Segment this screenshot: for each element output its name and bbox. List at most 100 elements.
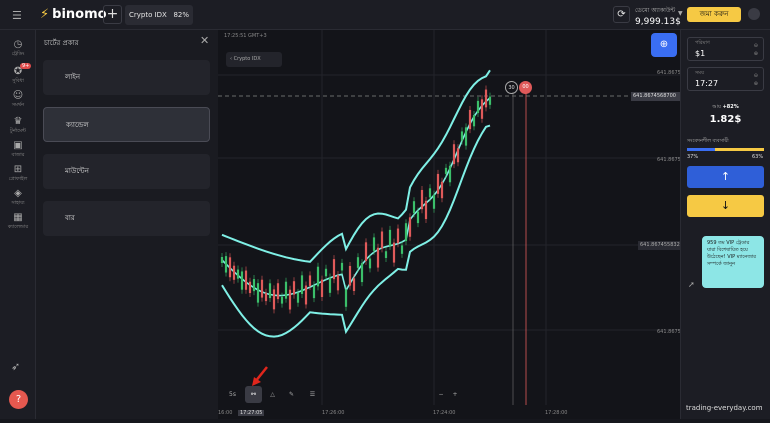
price-chart[interactable] [218,30,680,419]
candle-body [460,131,464,141]
deposit-button[interactable]: জমা করুন [687,7,741,22]
stepper-icon[interactable]: ⊖ ⊕ [754,42,758,58]
candle-body [456,148,460,163]
clock-icon: ◷ [13,39,23,50]
candle-body [352,278,356,292]
payout-amount: 1.82$ [709,114,742,125]
sidebar-item-label: প্রোফাইল [8,176,28,182]
candle-body [348,265,352,286]
candle-body [452,144,456,165]
candle-body [396,228,400,244]
support-icon: ☺ [12,90,24,101]
timeframe-button[interactable]: 5s [224,386,241,403]
sentiment-label: সংবেদনশীল ব্যবসায়ী [687,138,729,144]
plus-icon: + [452,391,458,398]
candle-body [272,289,276,310]
sidebar-item-trading[interactable]: ◷ ট্রেডিং [0,39,36,59]
chevron-down-icon[interactable]: ▼ [678,10,683,17]
candle-body [356,257,360,268]
minus-icon: − [438,391,444,398]
candle-body [336,275,340,291]
current-price-box: 641.8674568700 [631,92,680,101]
candle-body [220,257,224,263]
education-icon: ◈ [14,188,22,199]
candle-body [476,100,480,114]
watermark: trading-everyday.com [686,404,763,412]
chart-canvas [218,30,680,405]
calendar-icon: ▦ [13,212,23,223]
amount-label: পরিমাণ [695,40,710,46]
help-button[interactable]: ? [9,390,28,409]
back-label: Crypto IDX [233,56,261,62]
chart-type-bar[interactable]: বার [43,201,210,236]
candle-body [280,296,284,304]
zoom-in-button[interactable]: + [450,386,460,403]
zoom-out-button[interactable]: − [436,386,446,403]
back-asset-button[interactable]: ‹ Crypto IDX [226,52,282,67]
layout-button[interactable]: ☰ [305,386,320,403]
chart-type-candle[interactable]: ক্যান্ডেল [43,107,210,142]
candle-body [296,292,300,303]
up-button[interactable]: ↑ [687,166,764,188]
share-arrow-icon[interactable]: ➚ [688,280,695,289]
sidebar-item-calendar[interactable]: ▦ ক্যালেন্ডার [0,212,36,232]
logo-text: binomo [52,7,107,22]
sidebar-item-profile[interactable]: ⊞ প্রোফাইল [0,164,36,184]
chart-type-mountain[interactable]: মাউন্টেন [43,154,210,189]
sidebar-item-benefits[interactable]: ✪ 9+ সুবিধা [0,63,36,86]
sentiment-up: 37% [687,154,699,160]
rocket-icon[interactable]: ➶ [11,360,20,373]
add-user-button[interactable]: ⊕ [651,33,677,57]
candle-body [448,165,452,183]
down-button[interactable]: ↓ [687,195,764,217]
vip-promo[interactable]: 959 তম VIP ট্রেডার যারা বিশেষায়িত হয়ে … [702,236,764,288]
avatar[interactable] [748,8,760,20]
chart-type-line[interactable]: লাইন [43,60,210,95]
app-logo: ⚡ binomo [40,7,107,22]
candle-body [444,167,448,174]
candle-body [344,289,348,307]
amount-field[interactable]: পরিমাণ $1 ⊖ ⊕ [687,37,764,61]
sidebar-item-label: সাহায্য [11,200,25,206]
gift-box-icon: ⊞ [13,164,23,175]
price-level: 641.8675 [657,329,681,335]
sidebar-item-help[interactable]: ◈ সাহায্য [0,188,36,208]
candle-body [332,259,336,280]
stepper-icon[interactable]: ⊖ ⊕ [754,72,758,88]
refresh-icon[interactable]: ⟳ [613,6,630,23]
amount-value: $1 [695,49,706,58]
draw-button[interactable]: ✎ [284,386,299,403]
time-value: 17:27 [695,79,719,88]
sidebar-item-support[interactable]: ☺ সমর্থন [0,90,36,110]
time-field[interactable]: সময় 17:27 ⊖ ⊕ [687,67,764,91]
sidebar-item-tournaments[interactable]: ♛ টুর্নামেন্ট [0,116,36,136]
candle-body [260,279,264,298]
candle-body [304,285,308,305]
close-icon[interactable]: ✕ [200,34,209,47]
candle-body [340,262,344,271]
sentiment-down: 63% [752,154,764,160]
asset-tab[interactable]: Crypto IDX 82% [125,5,193,25]
pencil-icon: ✎ [288,391,295,398]
candle-body [316,266,320,287]
candle-body [308,275,312,287]
candle-body [312,285,316,299]
candle-body [292,281,296,295]
sidebar-item-label: ক্যালেন্ডার [7,224,29,230]
candle-body [228,257,232,278]
candle-body [376,247,380,268]
account-label: ডেমো অ্যাকাউন্ট [635,7,676,14]
payout-info: আয় +82% 1.82$ [687,104,764,125]
menu-icon[interactable]: ☰ [12,9,22,22]
account-info[interactable]: ডেমো অ্যাকাউন্ট 9,999.13$ [635,5,681,27]
sidebar-item-market[interactable]: ▣ বাজার [0,140,36,160]
sidebar-item-label: ট্রেডিং [11,51,25,57]
bolt-icon: ⚡ [40,7,50,22]
indicator-button[interactable]: △ [265,386,280,403]
candle-body [416,211,420,224]
balance: 9,999.13$ [635,17,681,27]
candle-type-button[interactable]: ⚯ [245,386,262,403]
red-arrow-icon [252,366,268,386]
candle-body [440,181,444,199]
add-asset-button[interactable]: + [103,5,122,24]
